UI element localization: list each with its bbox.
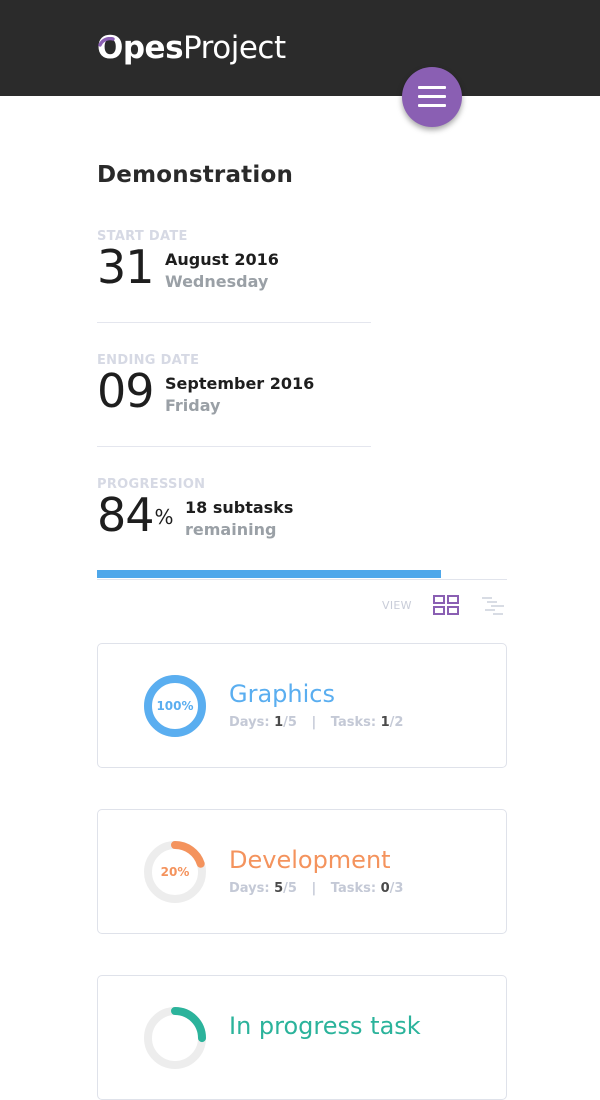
logo-o: O <box>97 30 123 66</box>
task-meta: Days: 1/5 | Tasks: 1/2 <box>229 715 403 730</box>
task-name: Graphics <box>229 680 335 708</box>
days-done: 1 <box>274 715 284 730</box>
timeline-view-icon[interactable] <box>481 595 505 615</box>
progress-ring-percent: 20% <box>160 865 190 879</box>
progress-ring <box>144 1007 206 1069</box>
project-title: Demonstration <box>97 162 294 188</box>
task-card-in-progress[interactable]: In progress task <box>97 975 507 1100</box>
subtasks-count: 18 subtasks <box>185 498 294 517</box>
progression-unit: % <box>154 505 174 529</box>
grid-view-icon[interactable] <box>433 595 459 615</box>
task-card-development[interactable]: 20% Development Days: 5/5 | Tasks: 0/3 <box>97 809 507 934</box>
end-month-year: September 2016 <box>165 374 315 393</box>
progress-ring-percent: 100% <box>156 699 194 713</box>
task-meta: Days: 5/5 | Tasks: 0/3 <box>229 881 403 896</box>
progression-number: 84 <box>97 488 155 542</box>
logo-bold-text: pes <box>122 30 184 66</box>
task-name: Development <box>229 846 391 874</box>
divider <box>97 322 371 323</box>
meta-separator: | <box>311 881 317 896</box>
progression-block: PROGRESSION 84% 18 subtasks remaining <box>97 477 371 547</box>
divider <box>97 446 371 447</box>
tasks-done: 0 <box>380 881 390 896</box>
app-logo[interactable]: O pesProject <box>97 28 286 68</box>
task-name: In progress task <box>229 1012 421 1040</box>
progression-value: 84% <box>97 488 174 542</box>
hamburger-bar-top <box>418 86 446 89</box>
hamburger-bar-bottom <box>418 104 446 107</box>
days-label: Days: <box>229 881 270 896</box>
hamburger-bar-middle <box>418 95 446 98</box>
start-weekday: Wednesday <box>165 272 269 291</box>
days-done: 5 <box>274 881 284 896</box>
tasks-total: /3 <box>389 881 404 896</box>
tasks-done: 1 <box>380 715 390 730</box>
start-date-block: START DATE 31 August 2016 Wednesday <box>97 229 371 299</box>
menu-button[interactable] <box>402 67 462 127</box>
end-date-block: ENDING DATE 09 September 2016 Friday <box>97 353 371 423</box>
view-label: VIEW <box>382 599 412 612</box>
tasks-label: Tasks: <box>330 715 377 730</box>
start-day: 31 <box>97 240 155 294</box>
tasks-total: /2 <box>389 715 404 730</box>
progress-bar <box>97 570 507 580</box>
days-label: Days: <box>229 715 270 730</box>
start-month-year: August 2016 <box>165 250 279 269</box>
task-card-graphics[interactable]: 100% Graphics Days: 1/5 | Tasks: 1/2 <box>97 643 507 768</box>
logo-light-text: Project <box>183 30 286 66</box>
days-total: /5 <box>283 881 297 896</box>
days-total: /5 <box>283 715 297 730</box>
tasks-label: Tasks: <box>330 881 377 896</box>
subtasks-remaining: remaining <box>185 520 277 539</box>
end-weekday: Friday <box>165 396 221 415</box>
app-header: O pesProject <box>0 0 600 96</box>
end-day: 09 <box>97 364 155 418</box>
progress-bar-fill <box>97 570 442 578</box>
meta-separator: | <box>311 715 317 730</box>
logo-arc-icon <box>98 37 115 47</box>
